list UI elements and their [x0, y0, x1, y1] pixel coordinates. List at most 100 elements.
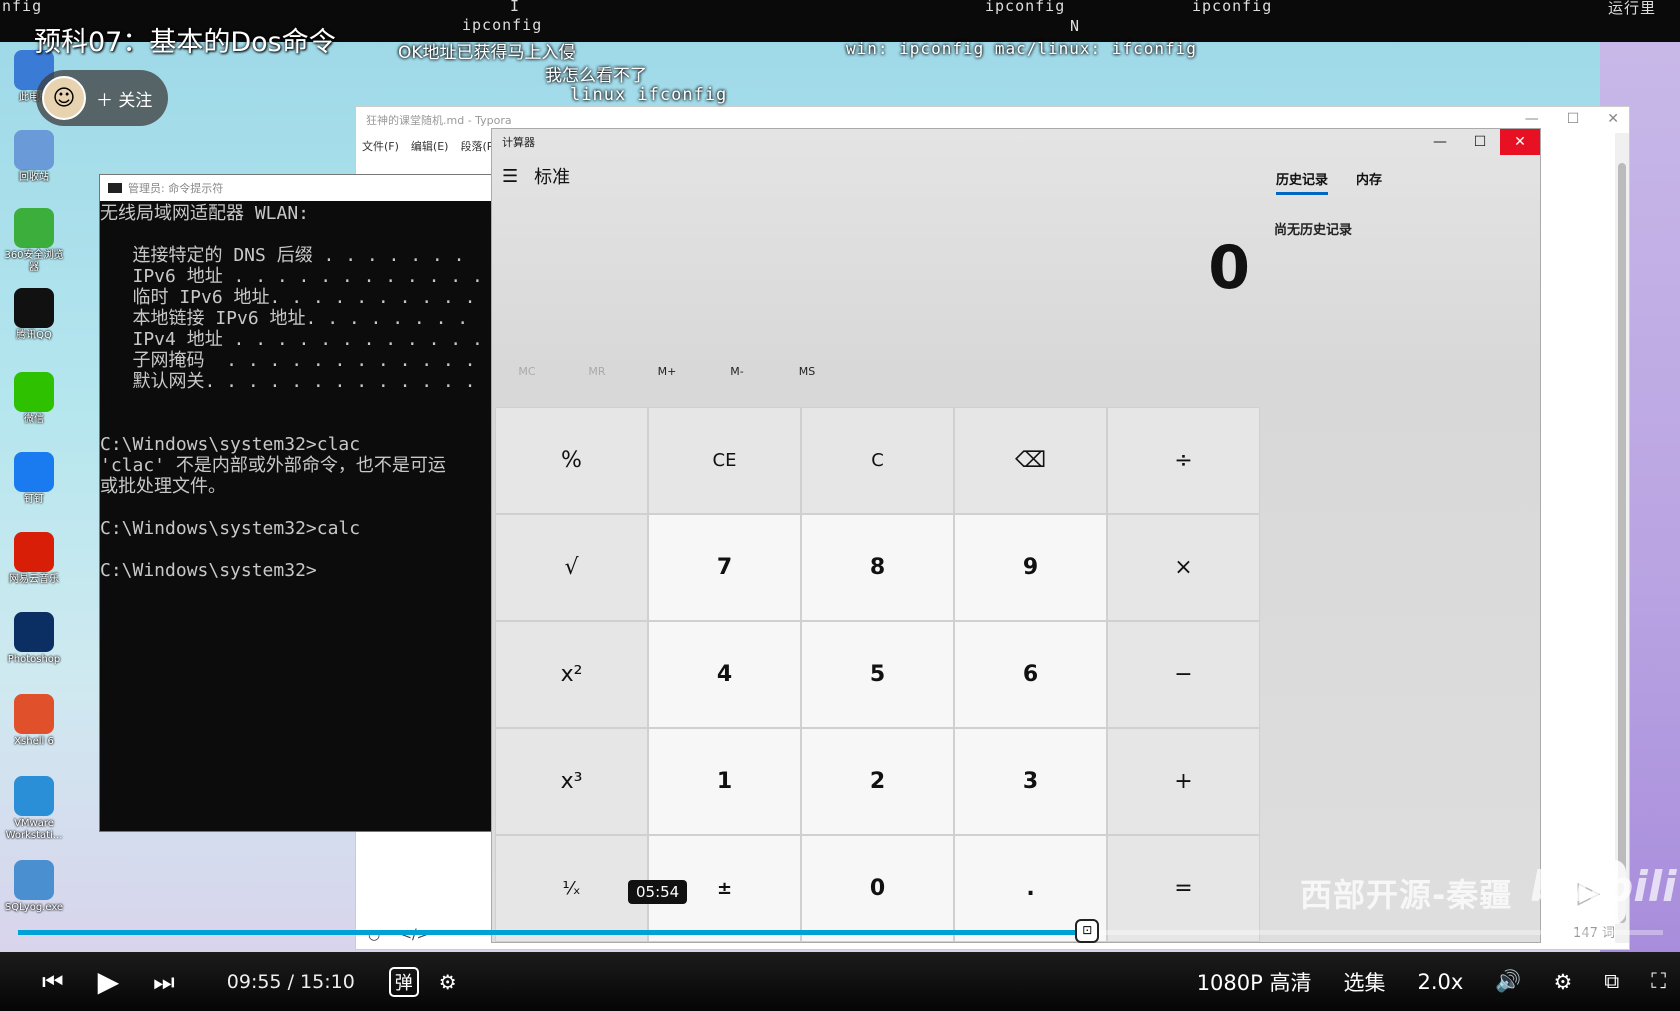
- subtitle-fragment: N: [1070, 17, 1081, 35]
- danmaku-settings-icon[interactable]: ⚙: [439, 970, 457, 994]
- minus-button[interactable]: −: [1107, 621, 1260, 728]
- close-icon[interactable]: ✕: [1500, 129, 1540, 155]
- recycle-bin-icon: [14, 130, 54, 170]
- history-tabs: 历史记录 内存: [1276, 169, 1382, 195]
- maximize-icon[interactable]: ☐: [1567, 111, 1580, 127]
- next-icon[interactable]: ⏭: [153, 968, 175, 996]
- bilibili-logo: bilibili: [1530, 862, 1677, 911]
- desktop-icon-label: SQLyog.exe: [4, 902, 64, 913]
- menu-file[interactable]: 文件(F): [362, 138, 399, 154]
- desktop-icon-label: 微信: [24, 414, 44, 425]
- percent-button[interactable]: %: [495, 407, 648, 514]
- cmd-output[interactable]: 无线局域网适配器 WLAN: 连接特定的 DNS 后缀 . . . . . . …: [100, 201, 493, 581]
- desktop-icon[interactable]: VMware Workstati...: [0, 776, 68, 842]
- xshell-icon: [14, 694, 54, 734]
- dingtalk-icon: [14, 452, 54, 492]
- menu-edit[interactable]: 编辑(E): [411, 138, 449, 154]
- settings-icon[interactable]: ⚙: [1553, 970, 1572, 994]
- calculator-window-buttons: — ☐ ✕: [1420, 129, 1540, 155]
- digit-4-button[interactable]: 4: [648, 621, 801, 728]
- cmd-window: 管理员: 命令提示符 无线局域网适配器 WLAN: 连接特定的 DNS 后缀 .…: [99, 174, 494, 832]
- memory-clear-button[interactable]: MC: [492, 365, 562, 378]
- subtitle-fragment: nfig: [2, 0, 43, 15]
- calculator-display: 0: [1208, 233, 1250, 303]
- fullscreen-icon[interactable]: ⛶: [1651, 969, 1666, 994]
- digit-2-button[interactable]: 2: [801, 728, 954, 835]
- danmaku-text: win: ipconfig mac/linux: ifconfig: [846, 39, 1197, 58]
- quality-button[interactable]: 1080P 高清: [1197, 967, 1312, 997]
- hamburger-menu-icon[interactable]: ☰: [502, 166, 518, 187]
- memory-add-button[interactable]: M+: [632, 365, 702, 378]
- multiply-button[interactable]: ×: [1107, 514, 1260, 621]
- progress-bar[interactable]: ⊡: [18, 919, 1663, 943]
- desktop-icon-label: Photoshop: [7, 654, 61, 665]
- digit-8-button[interactable]: 8: [801, 514, 954, 621]
- digit-3-button[interactable]: 3: [954, 728, 1107, 835]
- plus-button[interactable]: +: [1107, 728, 1260, 835]
- follow-button[interactable]: ☺ ＋ 关注: [36, 70, 168, 126]
- cmd-title: 管理员: 命令提示符: [128, 182, 224, 195]
- desktop-icon[interactable]: 腾讯QQ: [0, 288, 68, 342]
- minimize-icon[interactable]: —: [1420, 129, 1460, 155]
- typora-window-buttons: — ☐ ✕: [1525, 111, 1619, 127]
- desktop-icon[interactable]: Photoshop: [0, 612, 68, 666]
- browser-icon: [14, 208, 54, 248]
- desktop-icon[interactable]: 回收站: [0, 130, 68, 184]
- digit-0-button[interactable]: 0: [801, 835, 954, 942]
- digit-9-button[interactable]: 9: [954, 514, 1107, 621]
- maximize-icon[interactable]: ☐: [1460, 129, 1500, 155]
- cube-button[interactable]: x³: [495, 728, 648, 835]
- digit-6-button[interactable]: 6: [954, 621, 1107, 728]
- close-icon[interactable]: ✕: [1607, 111, 1619, 127]
- scrollbar-thumb[interactable]: [1618, 163, 1626, 923]
- sqrt-button[interactable]: √: [495, 514, 648, 621]
- desktop-icon[interactable]: 钉钉: [0, 452, 68, 506]
- memory-subtract-button[interactable]: M-: [702, 365, 772, 378]
- calculator-mode: 标准: [534, 167, 571, 188]
- clear-entry-button[interactable]: CE: [648, 407, 801, 514]
- minimize-icon[interactable]: —: [1525, 111, 1539, 127]
- calculator-title-bar: 计算器 — ☐ ✕: [492, 129, 1540, 155]
- subtitle-fragment: 运行里: [1608, 0, 1657, 17]
- danmaku-toggle-icon[interactable]: 弹: [388, 966, 419, 997]
- typora-scrollbar[interactable]: [1615, 133, 1629, 943]
- keypad: % CE C ⌫ ÷ √ 7 8 9 × x² 4 5 6− x³ 1 2 3 + ¹⁄ₓ ±0. =: [495, 407, 1260, 942]
- backspace-button[interactable]: ⌫: [954, 407, 1107, 514]
- tab-history[interactable]: 历史记录: [1276, 169, 1329, 195]
- episodes-button[interactable]: 选集: [1343, 967, 1385, 997]
- tab-memory[interactable]: 内存: [1356, 169, 1382, 195]
- desktop-icon[interactable]: SQLyog.exe: [0, 860, 68, 914]
- divide-button[interactable]: ÷: [1107, 407, 1260, 514]
- speed-button[interactable]: 2.0x: [1417, 970, 1463, 994]
- previous-icon[interactable]: ⏮: [42, 968, 64, 996]
- desktop-icon-label: VMware Workstati...: [5, 818, 63, 841]
- hover-time-tooltip: 05:54: [628, 880, 688, 904]
- subtitle-fragment: I: [510, 0, 521, 15]
- memory-recall-button[interactable]: MR: [562, 365, 632, 378]
- reciprocal-button[interactable]: ¹⁄ₓ: [495, 835, 648, 942]
- memory-store-button[interactable]: MS: [772, 365, 842, 378]
- digit-7-button[interactable]: 7: [648, 514, 801, 621]
- desktop-icon-label: 网易云音乐: [9, 574, 59, 585]
- desktop-icon[interactable]: 微信: [0, 372, 68, 426]
- desktop-icon[interactable]: Xshell 6: [0, 694, 68, 748]
- clear-button[interactable]: C: [801, 407, 954, 514]
- play-icon[interactable]: ▶: [98, 965, 120, 998]
- desktop-icon[interactable]: 网易云音乐: [0, 532, 68, 586]
- desktop-icon[interactable]: 360安全浏览器: [0, 208, 68, 274]
- digit-5-button[interactable]: 5: [801, 621, 954, 728]
- pip-icon[interactable]: ⧉: [1604, 969, 1619, 994]
- total-time: 15:10: [300, 970, 355, 993]
- equals-button[interactable]: =: [1107, 835, 1260, 942]
- desktop-icon-label: 回收站: [19, 172, 49, 183]
- progress-knob[interactable]: ⊡: [1075, 919, 1100, 943]
- square-button[interactable]: x²: [495, 621, 648, 728]
- wechat-icon: [14, 372, 54, 412]
- volume-icon[interactable]: 🔊: [1495, 969, 1521, 994]
- danmaku-text: OK地址已获得马上入侵: [398, 43, 576, 63]
- subtitle-fragment: ipconfig: [1192, 0, 1273, 15]
- current-time: 09:55: [226, 970, 282, 993]
- calculator-window: 计算器 — ☐ ✕ ☰ 标准 0 MC MR M+ M- MS % CE C ⌫ ÷ √ 7…: [491, 128, 1541, 943]
- digit-1-button[interactable]: 1: [648, 728, 801, 835]
- desktop-icon-label: Xshell 6: [14, 736, 54, 747]
